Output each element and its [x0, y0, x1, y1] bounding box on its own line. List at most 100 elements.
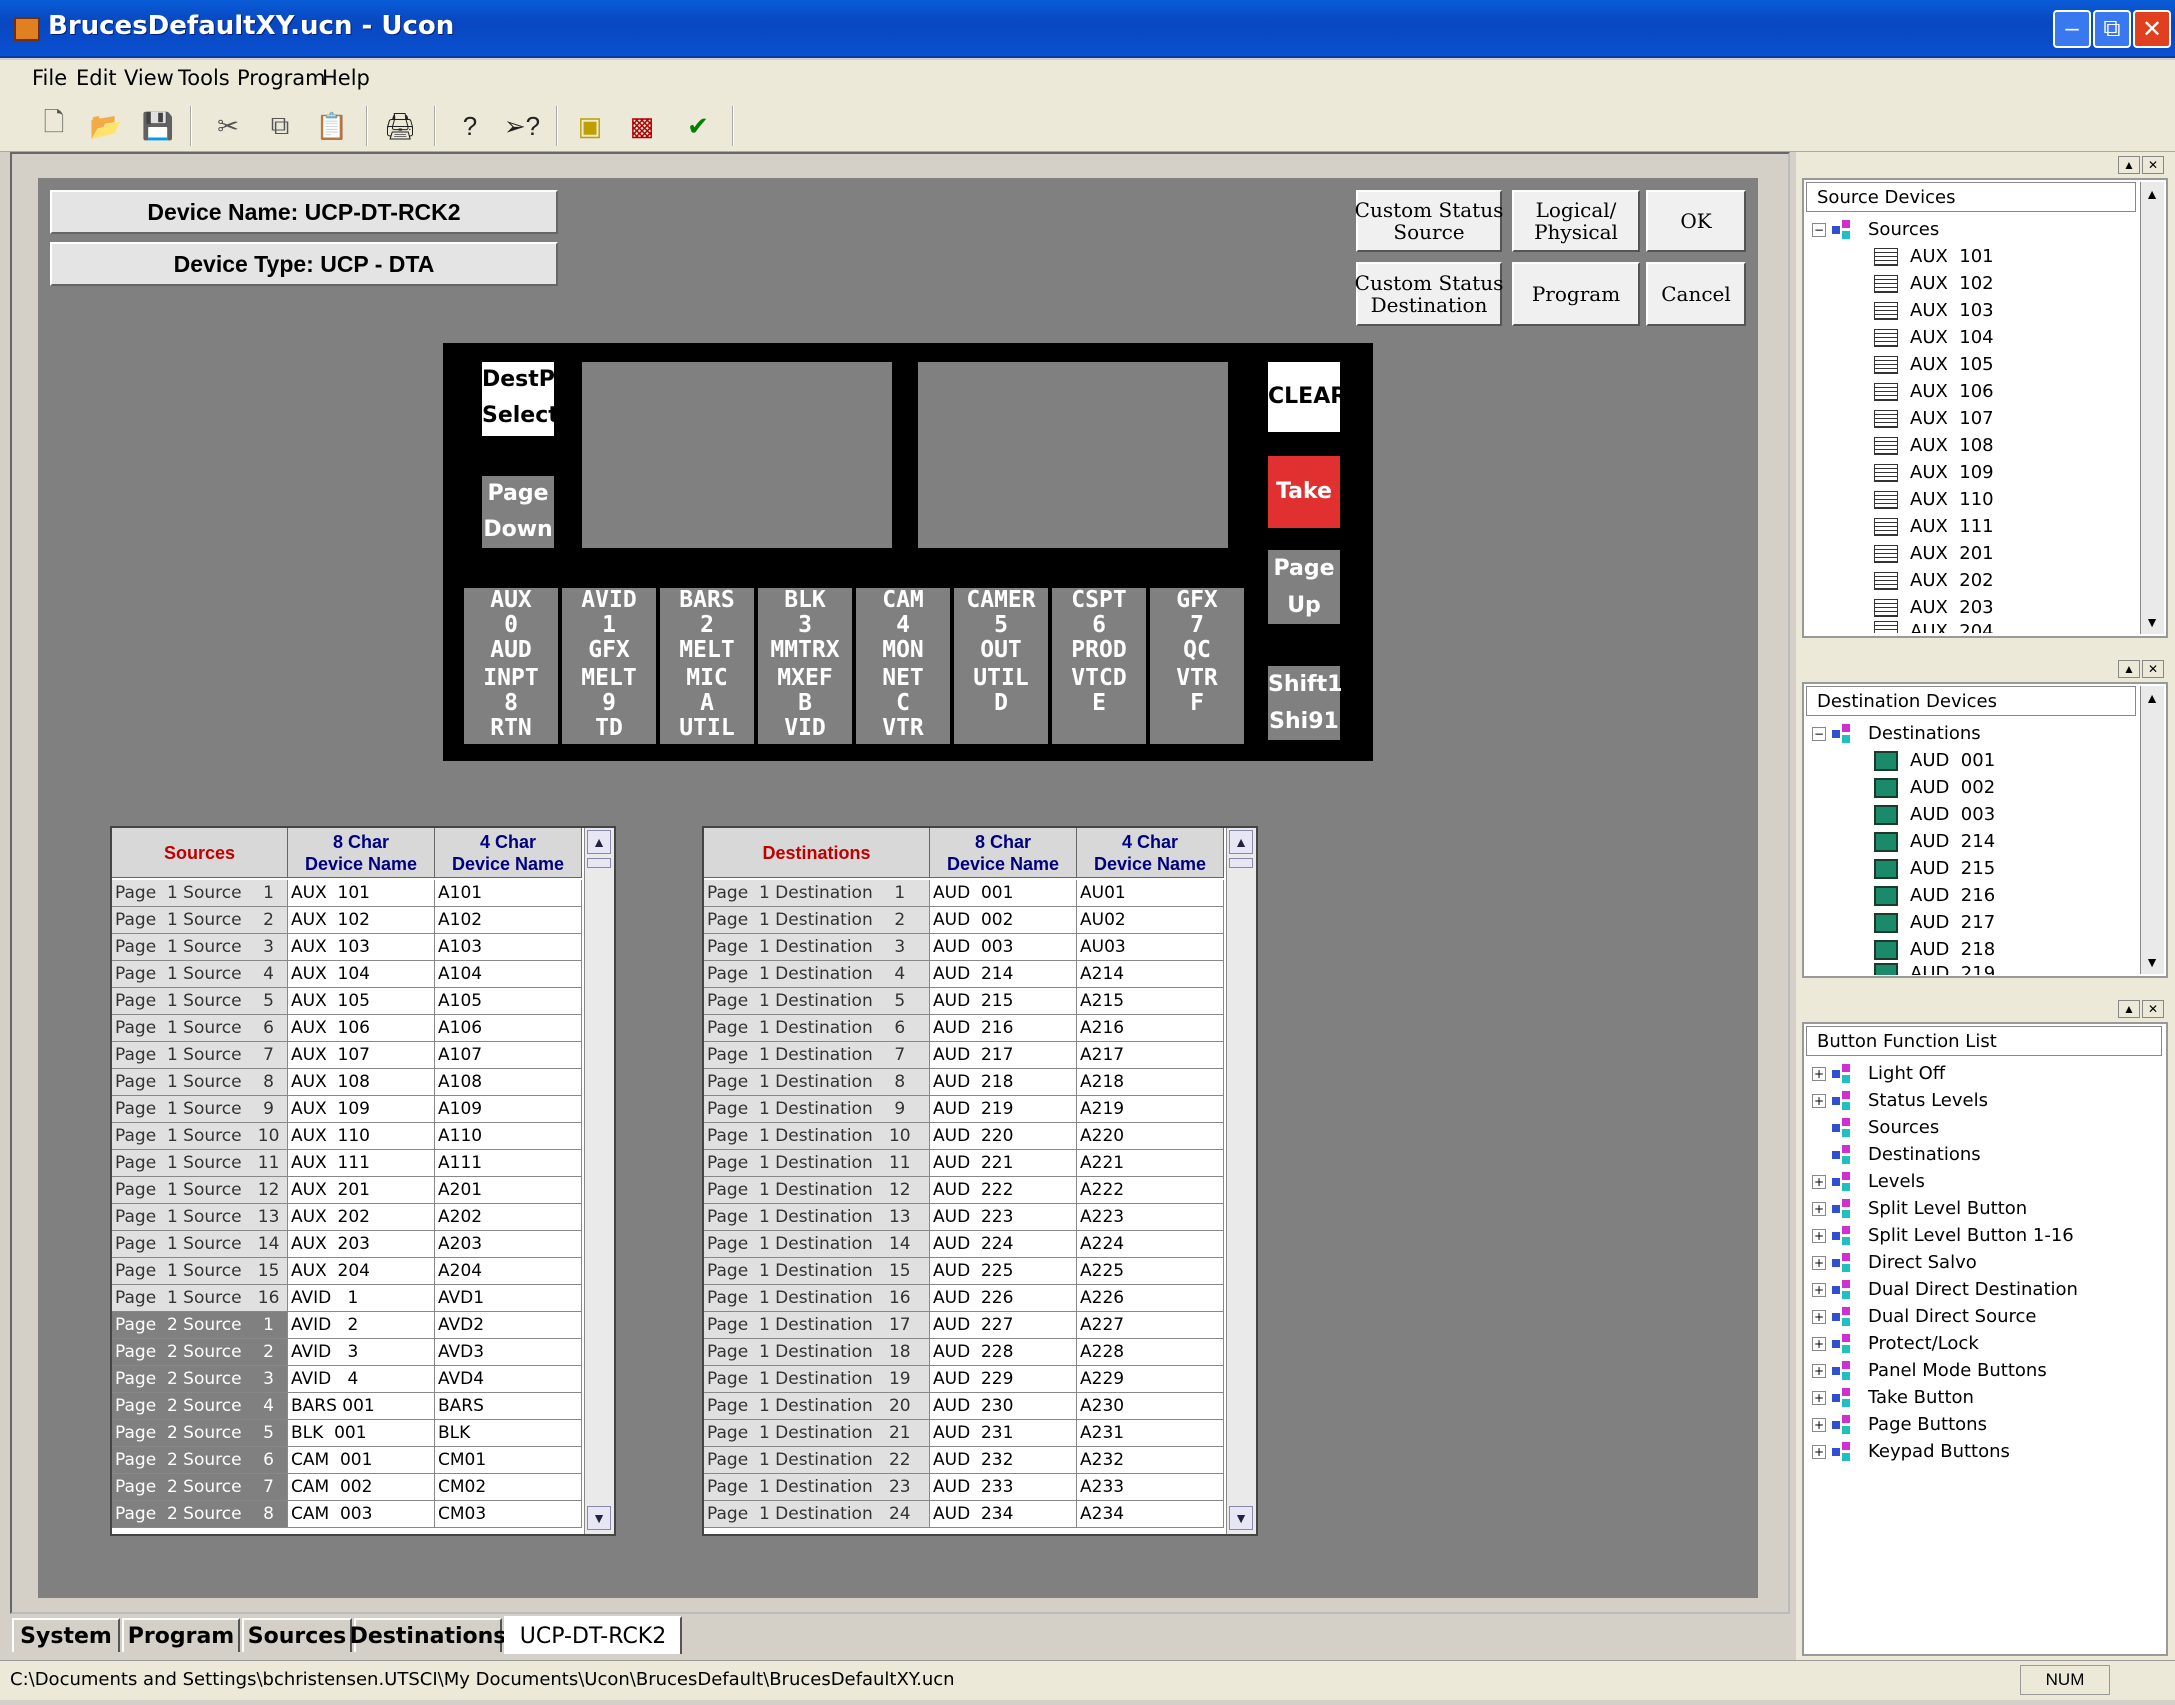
four-char-name-cell[interactable]: A111 [435, 1150, 582, 1177]
eight-char-name-cell[interactable]: AUX 203 [288, 1231, 435, 1258]
eight-char-name-cell[interactable]: AUX 111 [288, 1150, 435, 1177]
eight-char-name-cell[interactable]: AUD 230 [930, 1393, 1077, 1420]
eight-char-name-cell[interactable]: AUD 225 [930, 1258, 1077, 1285]
four-char-name-cell[interactable]: A105 [435, 988, 582, 1015]
tree-root[interactable]: − Destinations [1812, 720, 2132, 747]
keypad-key[interactable]: MXEF B VID [758, 666, 852, 744]
menu-program[interactable]: Program [237, 66, 326, 90]
four-char-name-cell[interactable]: AU01 [1077, 880, 1224, 907]
menu-file[interactable]: File [32, 66, 67, 90]
table-row[interactable]: Page 1 Destination 6 AUD 216 A216 [704, 1015, 1224, 1042]
four-char-name-cell[interactable]: A233 [1077, 1474, 1224, 1501]
eight-char-name-cell[interactable]: BLK 001 [288, 1420, 435, 1447]
paste-icon[interactable]: 📋 [310, 104, 354, 148]
expand-icon[interactable]: + [1812, 1066, 1826, 1081]
keypad-key[interactable]: CAMER 5 OUT [954, 588, 1048, 666]
function-list-item[interactable]: + Light Off [1812, 1060, 2152, 1087]
tree-root[interactable]: − Sources [1812, 216, 2132, 243]
tree-item[interactable]: AUD 003 [1874, 801, 2134, 828]
table-row[interactable]: Page 1 Destination 15 AUD 225 A225 [704, 1258, 1224, 1285]
four-char-name-cell[interactable]: A232 [1077, 1447, 1224, 1474]
clear-key[interactable]: CLEAR [1268, 362, 1347, 432]
keypad-key[interactable]: INPT 8 RTN [464, 666, 558, 744]
scroll-thumb[interactable] [1229, 858, 1253, 868]
eight-char-name-cell[interactable]: AUX 101 [288, 880, 435, 907]
function-list-item[interactable]: Sources [1812, 1114, 2152, 1141]
four-char-name-cell[interactable]: A103 [435, 934, 582, 961]
table-row[interactable]: Page 1 Source 15 AUX 204 A204 [112, 1258, 582, 1285]
eight-char-name-cell[interactable]: AUX 107 [288, 1042, 435, 1069]
shift-key[interactable]: Shift1 Shi91 [1268, 666, 1342, 740]
table-row[interactable]: Page 1 Destination 16 AUD 226 A226 [704, 1285, 1224, 1312]
four-char-name-cell[interactable]: A219 [1077, 1096, 1224, 1123]
table-row[interactable]: Page 2 Source 4 BARS 001 BARS [112, 1393, 582, 1420]
keypad-key[interactable]: AUX 0 AUD [464, 588, 558, 666]
eight-char-name-cell[interactable]: AUD 228 [930, 1339, 1077, 1366]
eight-char-name-cell[interactable]: AVID 1 [288, 1285, 435, 1312]
tree-item[interactable]: AUX 111 [1874, 513, 2134, 540]
eight-char-name-cell[interactable]: AUD 234 [930, 1501, 1077, 1528]
function-list-item[interactable]: Destinations [1812, 1141, 2152, 1168]
table-row[interactable]: Page 1 Source 10 AUX 110 A110 [112, 1123, 582, 1150]
tree-item[interactable]: AUX 202 [1874, 567, 2134, 594]
table-row[interactable]: Page 1 Destination 24 AUD 234 A234 [704, 1501, 1224, 1528]
four-char-name-cell[interactable]: A108 [435, 1069, 582, 1096]
eight-char-name-cell[interactable]: AUD 215 [930, 988, 1077, 1015]
eight-char-name-cell[interactable]: CAM 001 [288, 1447, 435, 1474]
keypad-key[interactable]: AVID 1 GFX [562, 588, 656, 666]
four-char-name-cell[interactable]: CM02 [435, 1474, 582, 1501]
keypad-key[interactable]: CAM 4 MON [856, 588, 950, 666]
context-help-icon[interactable]: ➢? [500, 104, 544, 148]
tree-item[interactable]: AUX 109 [1874, 459, 2134, 486]
expand-icon[interactable]: + [1812, 1093, 1826, 1108]
function-list-item[interactable]: + Page Buttons [1812, 1411, 2152, 1438]
menu-view[interactable]: View [124, 66, 174, 90]
menu-help[interactable]: Help [322, 66, 370, 90]
tree-item[interactable]: AUX 106 [1874, 378, 2134, 405]
four-char-name-cell[interactable]: A226 [1077, 1285, 1224, 1312]
table-row[interactable]: Page 1 Destination 7 AUD 217 A217 [704, 1042, 1224, 1069]
expand-icon[interactable]: + [1812, 1255, 1826, 1270]
tab-program[interactable]: Program [122, 1618, 240, 1652]
eight-char-name-cell[interactable]: AUD 229 [930, 1366, 1077, 1393]
eight-char-name-cell[interactable]: AVID 2 [288, 1312, 435, 1339]
eight-char-name-cell[interactable]: AUX 105 [288, 988, 435, 1015]
table-row[interactable]: Page 1 Destination 23 AUD 233 A233 [704, 1474, 1224, 1501]
function-list-item[interactable]: + Take Button [1812, 1384, 2152, 1411]
function-list-item[interactable]: + Dual Direct Destination [1812, 1276, 2152, 1303]
tree-item[interactable]: AUX 110 [1874, 486, 2134, 513]
open-folder-icon[interactable]: 📂 [84, 104, 128, 148]
keypad-key[interactable]: BLK 3 MMTRX [758, 588, 852, 666]
copy-icon[interactable]: ⧉ [258, 104, 302, 148]
table-row[interactable]: Page 1 Destination 4 AUD 214 A214 [704, 961, 1224, 988]
sources-scrollbar[interactable] [584, 828, 614, 1534]
table-row[interactable]: Page 1 Destination 12 AUD 222 A222 [704, 1177, 1224, 1204]
scroll-down-icon[interactable]: ▼ [2140, 950, 2164, 974]
table-row[interactable]: Page 1 Destination 8 AUD 218 A218 [704, 1069, 1224, 1096]
dest-select-key[interactable]: DestP Select [482, 362, 559, 436]
eight-char-name-cell[interactable]: AUX 102 [288, 907, 435, 934]
expand-icon[interactable]: + [1812, 1363, 1826, 1378]
pan-icon[interactable]: ▩ [620, 104, 664, 148]
four-char-name-cell[interactable]: A223 [1077, 1204, 1224, 1231]
eight-char-name-cell[interactable]: CAM 002 [288, 1474, 435, 1501]
table-row[interactable]: Page 1 Destination 1 AUD 001 AU01 [704, 880, 1224, 907]
table-row[interactable]: Page 1 Source 9 AUX 109 A109 [112, 1096, 582, 1123]
eight-char-name-cell[interactable]: AUD 233 [930, 1474, 1077, 1501]
four-char-name-cell[interactable]: A202 [435, 1204, 582, 1231]
tab-ucp-dt-rck2[interactable]: UCP-DT-RCK2 [504, 1616, 682, 1654]
cut-icon[interactable]: ✂ [206, 104, 250, 148]
scroll-down-icon[interactable]: ▼ [587, 1506, 611, 1530]
eight-char-name-cell[interactable]: AUX 109 [288, 1096, 435, 1123]
four-char-name-cell[interactable]: AU03 [1077, 934, 1224, 961]
eight-char-name-cell[interactable]: AUD 217 [930, 1042, 1077, 1069]
four-char-name-cell[interactable]: A201 [435, 1177, 582, 1204]
function-list-item[interactable]: + Dual Direct Source [1812, 1303, 2152, 1330]
four-char-name-cell[interactable]: BLK [435, 1420, 582, 1447]
scroll-up-icon[interactable]: ▲ [1229, 830, 1253, 854]
four-char-name-cell[interactable]: A221 [1077, 1150, 1224, 1177]
tree-item[interactable]: AUX 101 [1874, 243, 2134, 270]
tree-item[interactable]: AUX 108 [1874, 432, 2134, 459]
keypad-key[interactable]: VTCD E [1052, 666, 1146, 744]
tree-item[interactable]: AUX 102 [1874, 270, 2134, 297]
